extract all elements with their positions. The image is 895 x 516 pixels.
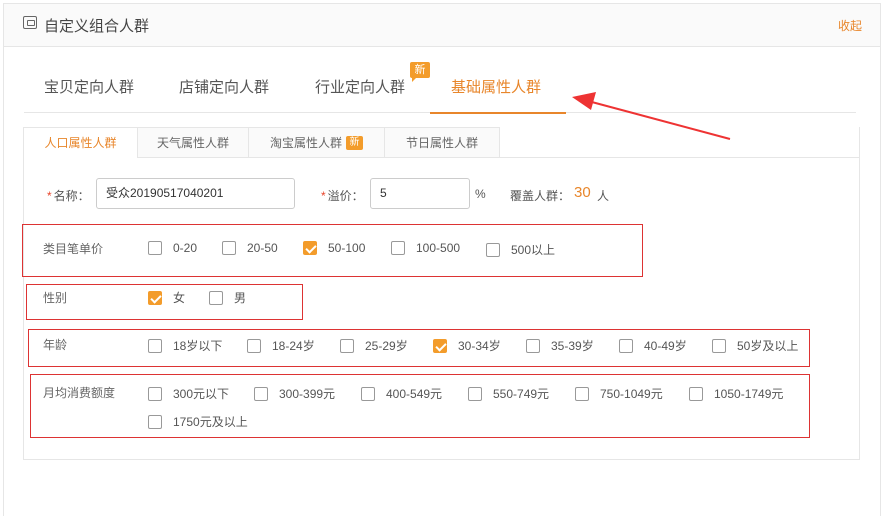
subtab-demographic[interactable]: 人口属性人群 bbox=[23, 127, 138, 158]
option-checkbox[interactable]: 40-49岁 bbox=[619, 337, 687, 354]
checkbox-checked-icon[interactable] bbox=[433, 338, 447, 353]
premium-unit: % bbox=[475, 187, 486, 201]
name-input[interactable]: 受众20190517040201 bbox=[96, 178, 295, 209]
option-checkbox[interactable]: 18-24岁 bbox=[247, 337, 315, 354]
option-checkbox[interactable]: 0-20 bbox=[148, 241, 197, 255]
option-checkbox[interactable]: 25-29岁 bbox=[340, 337, 408, 354]
option-checkbox[interactable]: 500以上 bbox=[486, 241, 555, 258]
option-label: 30-34岁 bbox=[458, 339, 501, 353]
highlight-box-spend bbox=[30, 374, 810, 438]
option-label: 750-1049元 bbox=[600, 387, 663, 401]
subtab-taobao-label: 淘宝属性人群 bbox=[269, 136, 342, 150]
checkbox-checked-icon[interactable] bbox=[148, 290, 162, 305]
checkbox-icon[interactable] bbox=[247, 338, 261, 353]
option-label: 25-29岁 bbox=[365, 339, 408, 353]
subtab-holiday[interactable]: 节日属性人群 bbox=[384, 127, 500, 157]
option-label: 女 bbox=[173, 291, 186, 305]
option-checkbox[interactable]: 女 bbox=[148, 289, 185, 306]
checkbox-icon[interactable] bbox=[468, 386, 482, 401]
option-checkbox[interactable]: 50-100 bbox=[303, 241, 365, 255]
coverage-label: 覆盖人群： bbox=[510, 189, 571, 203]
new-badge: 新 bbox=[346, 135, 363, 150]
option-checkbox[interactable]: 300元以下 bbox=[148, 385, 229, 402]
option-checkbox[interactable]: 35-39岁 bbox=[526, 337, 594, 354]
coverage-unit: 人 bbox=[597, 189, 610, 203]
option-label: 500以上 bbox=[511, 243, 556, 257]
option-label: 300元以下 bbox=[173, 387, 230, 401]
option-checkbox[interactable]: 20-50 bbox=[222, 241, 278, 255]
checkbox-icon[interactable] bbox=[340, 338, 354, 353]
row-label-spend: 月均消费额度 bbox=[43, 386, 116, 400]
checkbox-icon[interactable] bbox=[222, 241, 236, 255]
subtab-weather[interactable]: 天气属性人群 bbox=[137, 127, 249, 157]
option-checkbox[interactable]: 18岁以下 bbox=[148, 337, 222, 354]
row-label-gender: 性别 bbox=[43, 291, 68, 305]
option-checkbox[interactable]: 550-749元 bbox=[468, 385, 549, 402]
coverage-count: 30 bbox=[574, 184, 591, 201]
option-label: 1050-1749元 bbox=[714, 387, 784, 401]
option-label: 300-399元 bbox=[279, 387, 336, 401]
option-checkbox[interactable]: 1050-1749元 bbox=[689, 385, 783, 402]
checkbox-icon[interactable] bbox=[361, 386, 375, 401]
checkbox-icon[interactable] bbox=[254, 386, 268, 401]
option-label: 50岁及以上 bbox=[737, 339, 799, 353]
checkbox-icon[interactable] bbox=[391, 241, 405, 255]
option-checkbox[interactable]: 50岁及以上 bbox=[712, 337, 798, 354]
premium-input[interactable]: 5 bbox=[370, 178, 470, 209]
option-label: 35-39岁 bbox=[551, 339, 594, 353]
row-label-price: 类目笔单价 bbox=[43, 242, 104, 256]
option-checkbox[interactable]: 30-34岁 bbox=[433, 337, 501, 354]
option-label: 18岁以下 bbox=[173, 339, 223, 353]
option-label: 18-24岁 bbox=[272, 339, 315, 353]
option-label: 20-50 bbox=[247, 241, 278, 255]
checkbox-icon[interactable] bbox=[209, 290, 223, 305]
option-label: 50-100 bbox=[328, 241, 366, 255]
option-label: 100-500 bbox=[416, 241, 461, 255]
checkbox-icon[interactable] bbox=[526, 338, 540, 353]
checkbox-icon[interactable] bbox=[148, 386, 162, 401]
option-checkbox[interactable]: 100-500 bbox=[391, 241, 460, 255]
option-checkbox[interactable]: 1750元及以上 bbox=[148, 413, 248, 430]
checkbox-checked-icon[interactable] bbox=[303, 241, 317, 255]
name-label: * 名称： bbox=[47, 189, 90, 203]
option-label: 1750元及以上 bbox=[173, 415, 248, 429]
checkbox-icon[interactable] bbox=[486, 242, 500, 257]
option-label: 0-20 bbox=[173, 241, 198, 255]
checkbox-icon[interactable] bbox=[148, 338, 162, 353]
option-label: 40-49岁 bbox=[644, 339, 687, 353]
option-checkbox[interactable]: 750-1049元 bbox=[575, 385, 663, 402]
premium-label: * 溢价： bbox=[321, 189, 364, 203]
checkbox-icon[interactable] bbox=[575, 386, 589, 401]
highlight-box-age bbox=[28, 329, 810, 367]
checkbox-icon[interactable] bbox=[619, 338, 633, 353]
subtab-taobao[interactable]: 淘宝属性人群新 bbox=[248, 127, 385, 157]
checkbox-icon[interactable] bbox=[712, 338, 726, 353]
option-checkbox[interactable]: 400-549元 bbox=[361, 385, 442, 402]
option-label: 400-549元 bbox=[386, 387, 443, 401]
option-checkbox[interactable]: 男 bbox=[209, 289, 246, 306]
option-label: 550-749元 bbox=[493, 387, 550, 401]
checkbox-icon[interactable] bbox=[148, 241, 162, 255]
option-label: 男 bbox=[234, 291, 247, 305]
option-checkbox[interactable]: 300-399元 bbox=[254, 385, 335, 402]
checkbox-icon[interactable] bbox=[689, 386, 703, 401]
row-label-age: 年龄 bbox=[43, 338, 68, 352]
checkbox-icon[interactable] bbox=[148, 414, 162, 429]
